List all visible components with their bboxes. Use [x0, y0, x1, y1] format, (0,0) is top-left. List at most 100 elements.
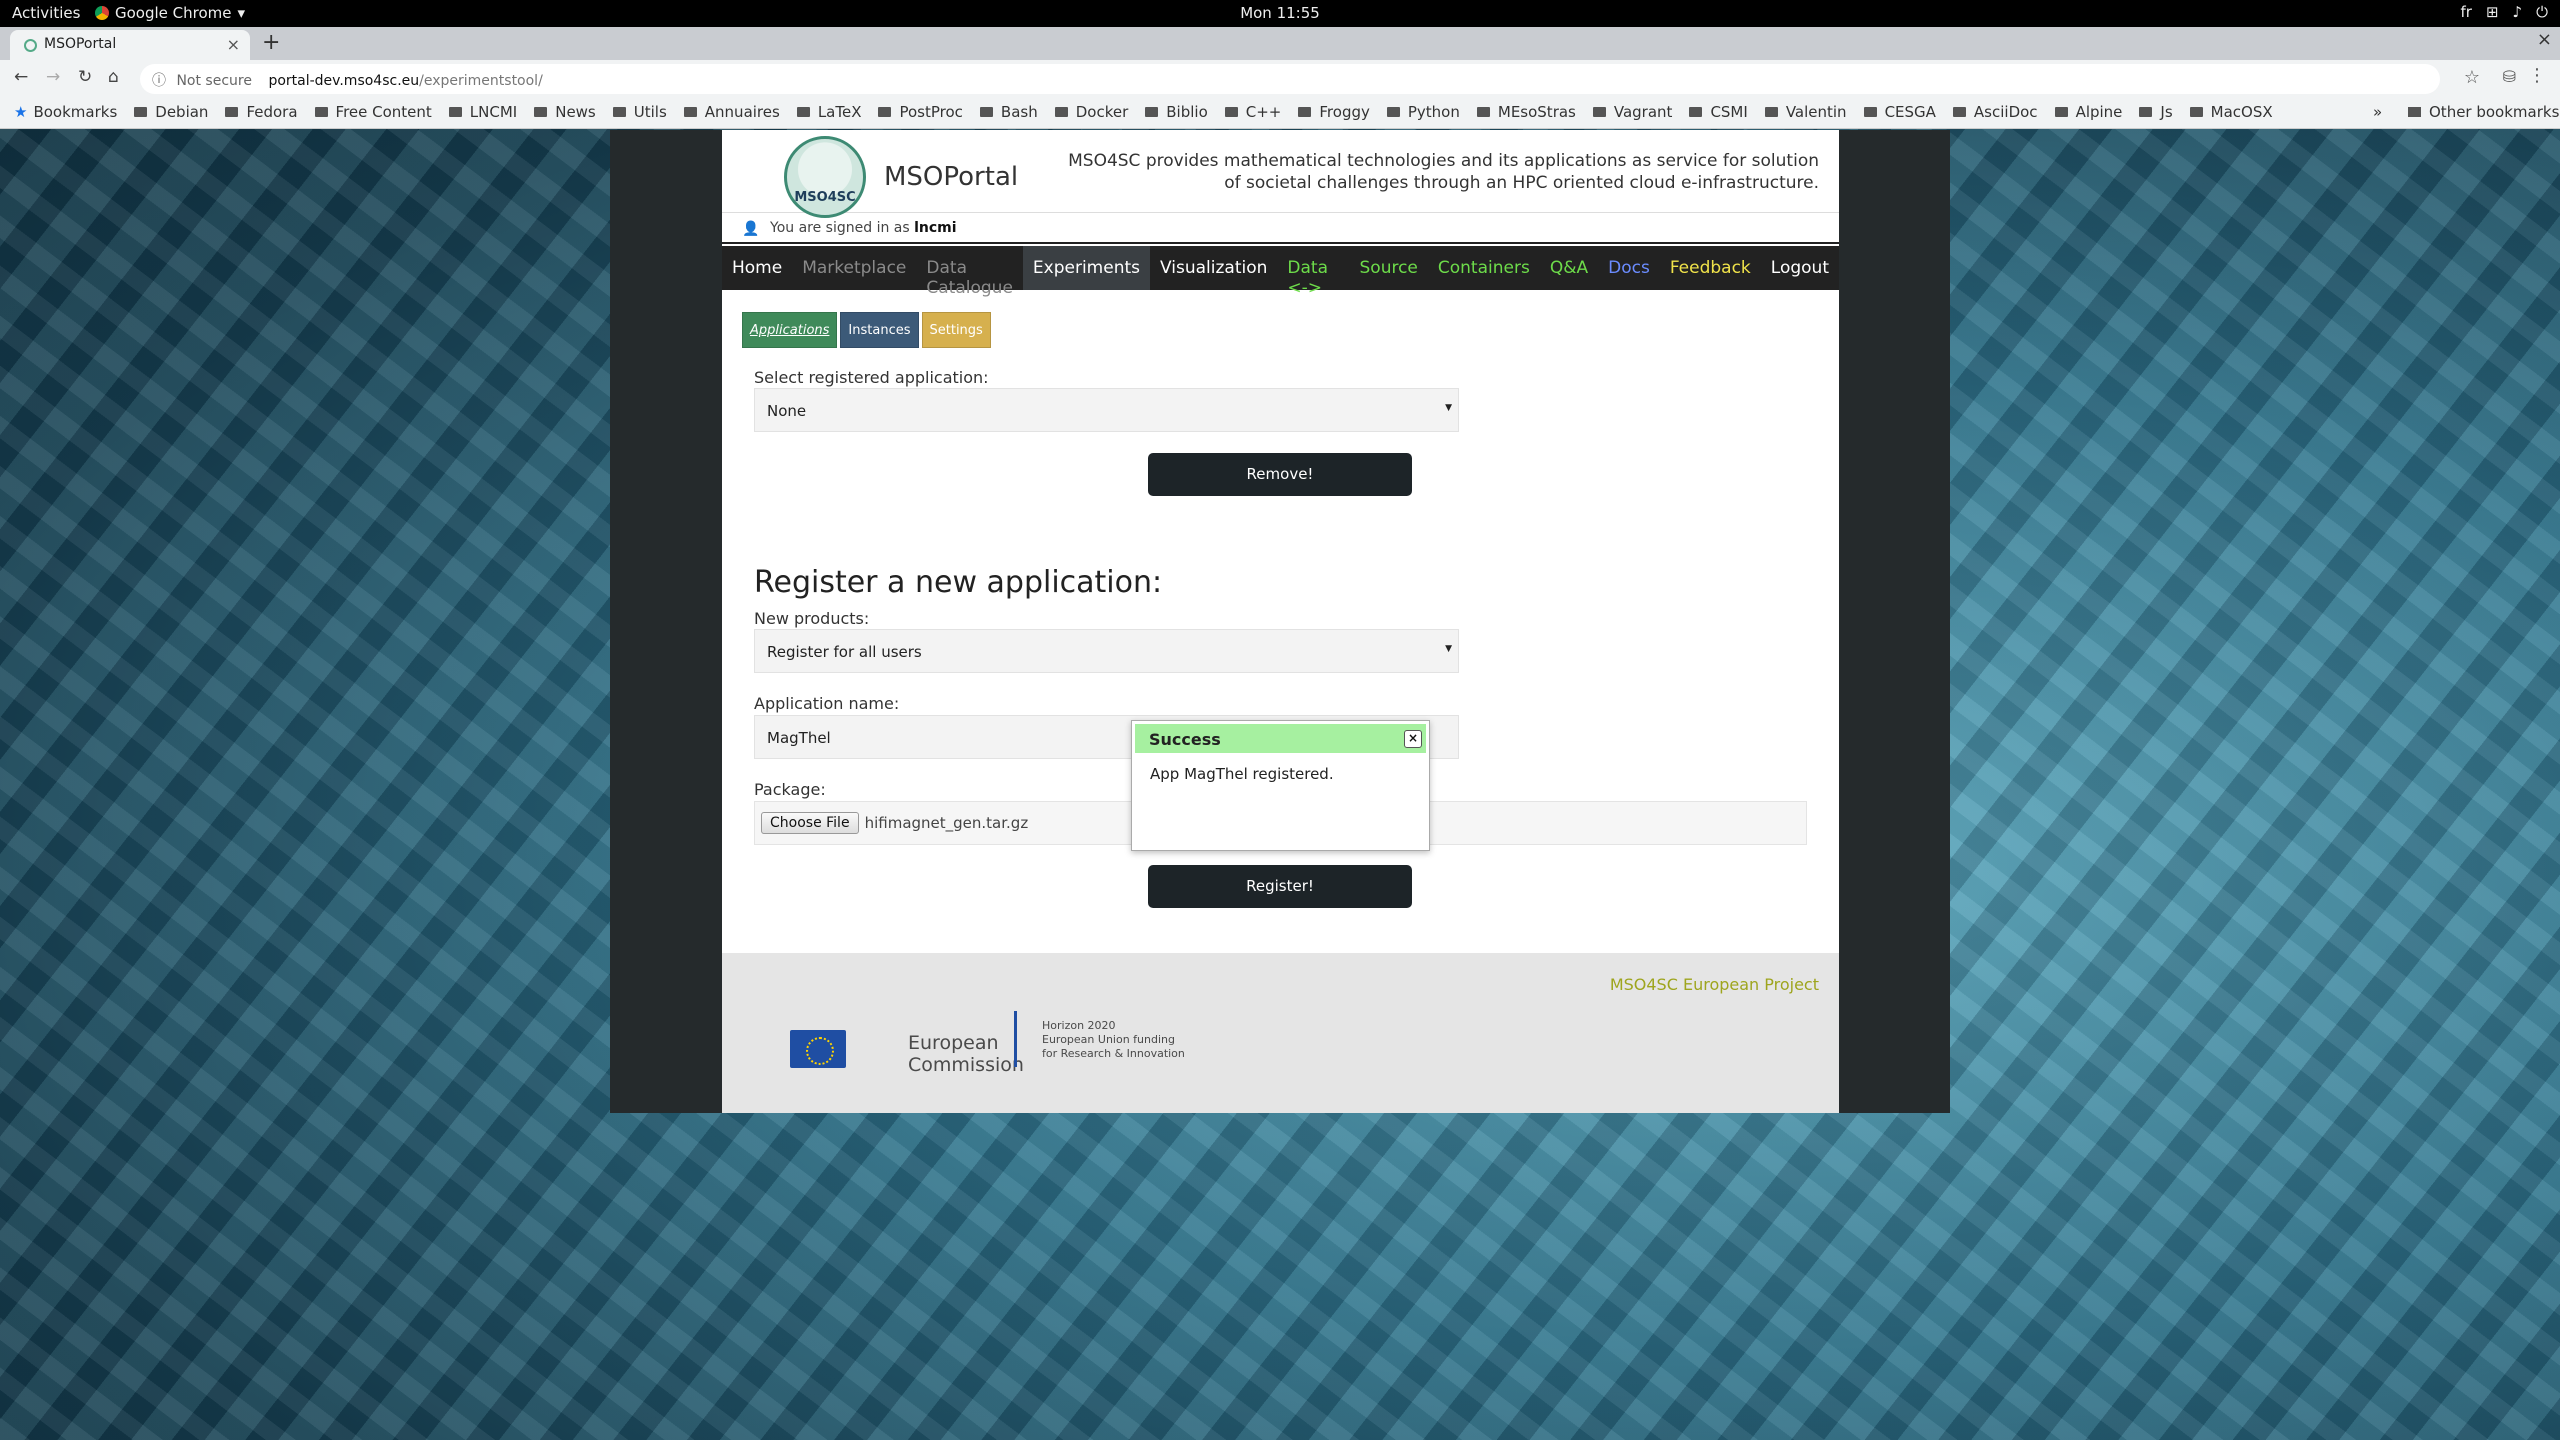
bookmark-label: C++	[1245, 103, 1282, 121]
bookmark-label: Bash	[1000, 103, 1038, 121]
bookmark-2[interactable]: Fedora	[225, 103, 298, 121]
bookmark-label: Utils	[633, 103, 667, 121]
bookmark-12[interactable]: Biblio	[1145, 103, 1208, 121]
dialog-close-button[interactable]: ×	[1404, 730, 1422, 748]
nav-item-feedback[interactable]: Feedback	[1660, 246, 1761, 290]
bookmark-18[interactable]: CSMI	[1689, 103, 1748, 121]
nav-item-data[interactable]: Data <->	[1277, 246, 1349, 298]
bookmark-17[interactable]: Vagrant	[1592, 103, 1673, 121]
bookmark-11[interactable]: Docker	[1054, 103, 1128, 121]
european-commission-logo: European Commission	[762, 1008, 1024, 1080]
new-tab-button[interactable]: +	[262, 30, 280, 55]
gnome-top-bar: Activities Google Chrome ▾ Mon 11:55 fr …	[0, 0, 2560, 27]
activities-button[interactable]: Activities	[12, 4, 80, 22]
bookmark-label: CSMI	[1710, 103, 1748, 121]
dialog-title: Success	[1149, 730, 1221, 749]
clock[interactable]: Mon 11:55	[0, 4, 2560, 22]
folder-icon	[448, 107, 462, 117]
bookmark-10[interactable]: Bash	[979, 103, 1038, 121]
browser-tab[interactable]: MSOPortal ×	[10, 30, 250, 60]
footer-divider	[1014, 1011, 1017, 1067]
bookmark-6[interactable]: Utils	[612, 103, 667, 121]
reload-icon[interactable]: ↻	[78, 67, 92, 87]
nav-item-data-catalogue[interactable]: Data Catalogue	[916, 246, 1023, 298]
register-button[interactable]: Register!	[1148, 865, 1412, 908]
nav-item-q-a[interactable]: Q&A	[1540, 246, 1598, 290]
url-path: /experimentstool/	[419, 73, 543, 89]
project-link[interactable]: MSO4SC European Project	[1610, 975, 1819, 994]
bookmark-5[interactable]: News	[534, 103, 596, 121]
bookmark-label: Debian	[155, 103, 209, 121]
bookmark-1[interactable]: Debian	[134, 103, 208, 121]
folder-icon	[612, 107, 626, 117]
bookmark-0[interactable]: ★ Bookmarks	[14, 103, 117, 121]
experiments-subtabs: Applications Instances Settings	[742, 312, 991, 348]
bookmark-7[interactable]: Annuaires	[683, 103, 780, 121]
new-products-select[interactable]: Register for all users ▼	[754, 629, 1459, 673]
home-icon[interactable]: ⌂	[108, 67, 119, 87]
nav-item-docs[interactable]: Docs	[1598, 246, 1660, 290]
nav-item-source[interactable]: Source	[1350, 246, 1428, 290]
tab-settings[interactable]: Settings	[921, 312, 991, 348]
bookmark-22[interactable]: Alpine	[2054, 103, 2123, 121]
nav-item-home[interactable]: Home	[722, 246, 792, 290]
language-indicator[interactable]: fr	[2461, 3, 2472, 21]
folder-icon	[2139, 107, 2153, 117]
folder-icon	[2189, 107, 2203, 117]
folder-icon	[1386, 107, 1400, 117]
other-bookmarks[interactable]: Other bookmarks	[2408, 103, 2559, 121]
folder-icon	[1689, 107, 1703, 117]
address-bar[interactable]: ⓘ Not secure portal-dev.mso4sc.eu/experi…	[140, 64, 2440, 94]
bookmark-4[interactable]: LNCMI	[448, 103, 517, 121]
new-products-label: New products:	[754, 609, 870, 628]
bookmark-label: Valentin	[1785, 103, 1847, 121]
back-icon[interactable]: ←	[14, 67, 28, 87]
bookmark-19[interactable]: Valentin	[1764, 103, 1847, 121]
nav-item-visualization[interactable]: Visualization	[1150, 246, 1277, 290]
bookmark-14[interactable]: Froggy	[1298, 103, 1370, 121]
bookmark-9[interactable]: PostProc	[878, 103, 963, 121]
tab-instances[interactable]: Instances	[840, 312, 919, 348]
close-tab-icon[interactable]: ×	[227, 35, 240, 54]
nav-item-experiments[interactable]: Experiments	[1022, 246, 1150, 290]
site-title[interactable]: MSOPortal	[884, 162, 1018, 192]
window-close-icon[interactable]: ×	[2537, 29, 2552, 50]
info-icon[interactable]: ⓘ	[152, 73, 166, 89]
bookmark-20[interactable]: CESGA	[1863, 103, 1936, 121]
bookmark-16[interactable]: MEsoStras	[1476, 103, 1576, 121]
bookmark-label: Alpine	[2075, 103, 2123, 121]
registered-app-label: Select registered application:	[754, 368, 989, 387]
remove-button[interactable]: Remove!	[1148, 453, 1412, 496]
bookmark-label: Biblio	[1166, 103, 1208, 121]
main-nav: Home Marketplace Data Catalogue Experiments…	[722, 246, 1839, 298]
bookmark-24[interactable]: MacOSX	[2189, 103, 2273, 121]
bookmark-star-icon[interactable]: ☆	[2464, 67, 2480, 88]
bookmark-15[interactable]: Python	[1386, 103, 1460, 121]
nav-item-containers[interactable]: Containers	[1428, 246, 1540, 290]
portal-card: MSO4SC MSOPortal MSO4SC provides mathema…	[722, 130, 1839, 1113]
more-bookmarks-button[interactable]: »	[2373, 103, 2382, 121]
bookmark-label: CESGA	[1884, 103, 1936, 121]
app-menu[interactable]: Google Chrome ▾	[95, 4, 245, 22]
bookmark-label: Annuaires	[704, 103, 780, 121]
system-tray[interactable]: fr ⊞ ♪ ⏻	[2461, 3, 2548, 21]
nav-item-marketplace[interactable]: Marketplace	[792, 246, 916, 290]
extension-icon[interactable]: ⛁	[2503, 67, 2516, 86]
bookmark-13[interactable]: C++	[1224, 103, 1282, 121]
bookmark-3[interactable]: Free Content	[314, 103, 432, 121]
registered-app-select[interactable]: None ▼	[754, 388, 1459, 432]
folder-icon	[1476, 107, 1490, 117]
app-name-label: Application name:	[754, 694, 900, 713]
forward-icon[interactable]: →	[46, 67, 60, 87]
mso4sc-logo[interactable]: MSO4SC	[784, 136, 866, 218]
chrome-menu-icon[interactable]: ⋮	[2528, 65, 2546, 86]
folder-icon	[1054, 107, 1068, 117]
bookmark-23[interactable]: Js	[2139, 103, 2173, 121]
nav-item-logout[interactable]: Logout	[1761, 246, 1839, 290]
bookmark-8[interactable]: LaTeX	[796, 103, 861, 121]
bookmark-21[interactable]: AsciiDoc	[1952, 103, 2038, 121]
tab-applications[interactable]: Applications	[742, 312, 838, 348]
site-footer: MSO4SC European Project European Commiss…	[722, 953, 1839, 1113]
bookmark-label: Vagrant	[1613, 103, 1673, 121]
choose-file-button[interactable]: Choose File	[761, 812, 859, 834]
